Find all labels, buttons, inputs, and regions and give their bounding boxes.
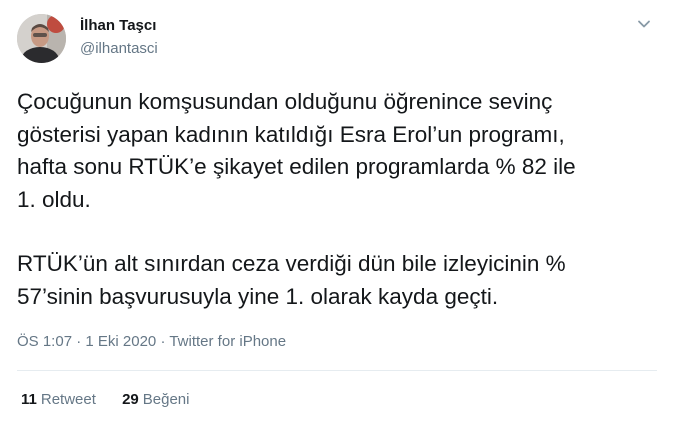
chevron-down-icon[interactable] <box>634 14 654 34</box>
tweet-stats: 11 Retweet 29 Beğeni <box>21 391 211 408</box>
tweet-time: ÖS 1:07 <box>17 333 73 350</box>
likes-stat[interactable]: 29 Beğeni <box>122 391 189 408</box>
meta-separator: · <box>72 333 86 350</box>
author-display-name[interactable]: İlhan Taşcı <box>80 17 156 34</box>
retweets-label: Retweet <box>40 391 96 408</box>
tweet-paragraph-2: RTÜK’ün alt sınırdan ceza verdiği dün bi… <box>17 251 566 309</box>
likes-count: 29 <box>122 391 139 408</box>
meta-separator: · <box>156 333 170 350</box>
tweet-date: 1 Eki 2020 <box>85 333 157 350</box>
likes-label: Beğeni <box>142 391 190 408</box>
tweet-text: Çocuğunun komşusundan olduğunu öğrenince… <box>17 86 657 313</box>
tweet-paragraph-1: Çocuğunun komşusundan olduğunu öğrenince… <box>17 89 576 212</box>
tweet-time-link[interactable]: ÖS 1:07 · 1 Eki 2020 <box>17 333 156 350</box>
divider <box>17 370 657 371</box>
author-handle[interactable]: @ilhantasci <box>80 40 158 57</box>
tweet-card: İlhan Taşcı @ilhantasci Çocuğunun komşus… <box>0 0 673 427</box>
avatar[interactable] <box>17 14 66 63</box>
tweet-source-link[interactable]: Twitter for iPhone <box>169 333 286 350</box>
tweet-meta: ÖS 1:07 · 1 Eki 2020 · Twitter for iPhon… <box>17 333 286 350</box>
retweets-count: 11 <box>21 391 37 408</box>
retweets-stat[interactable]: 11 Retweet <box>21 391 96 408</box>
